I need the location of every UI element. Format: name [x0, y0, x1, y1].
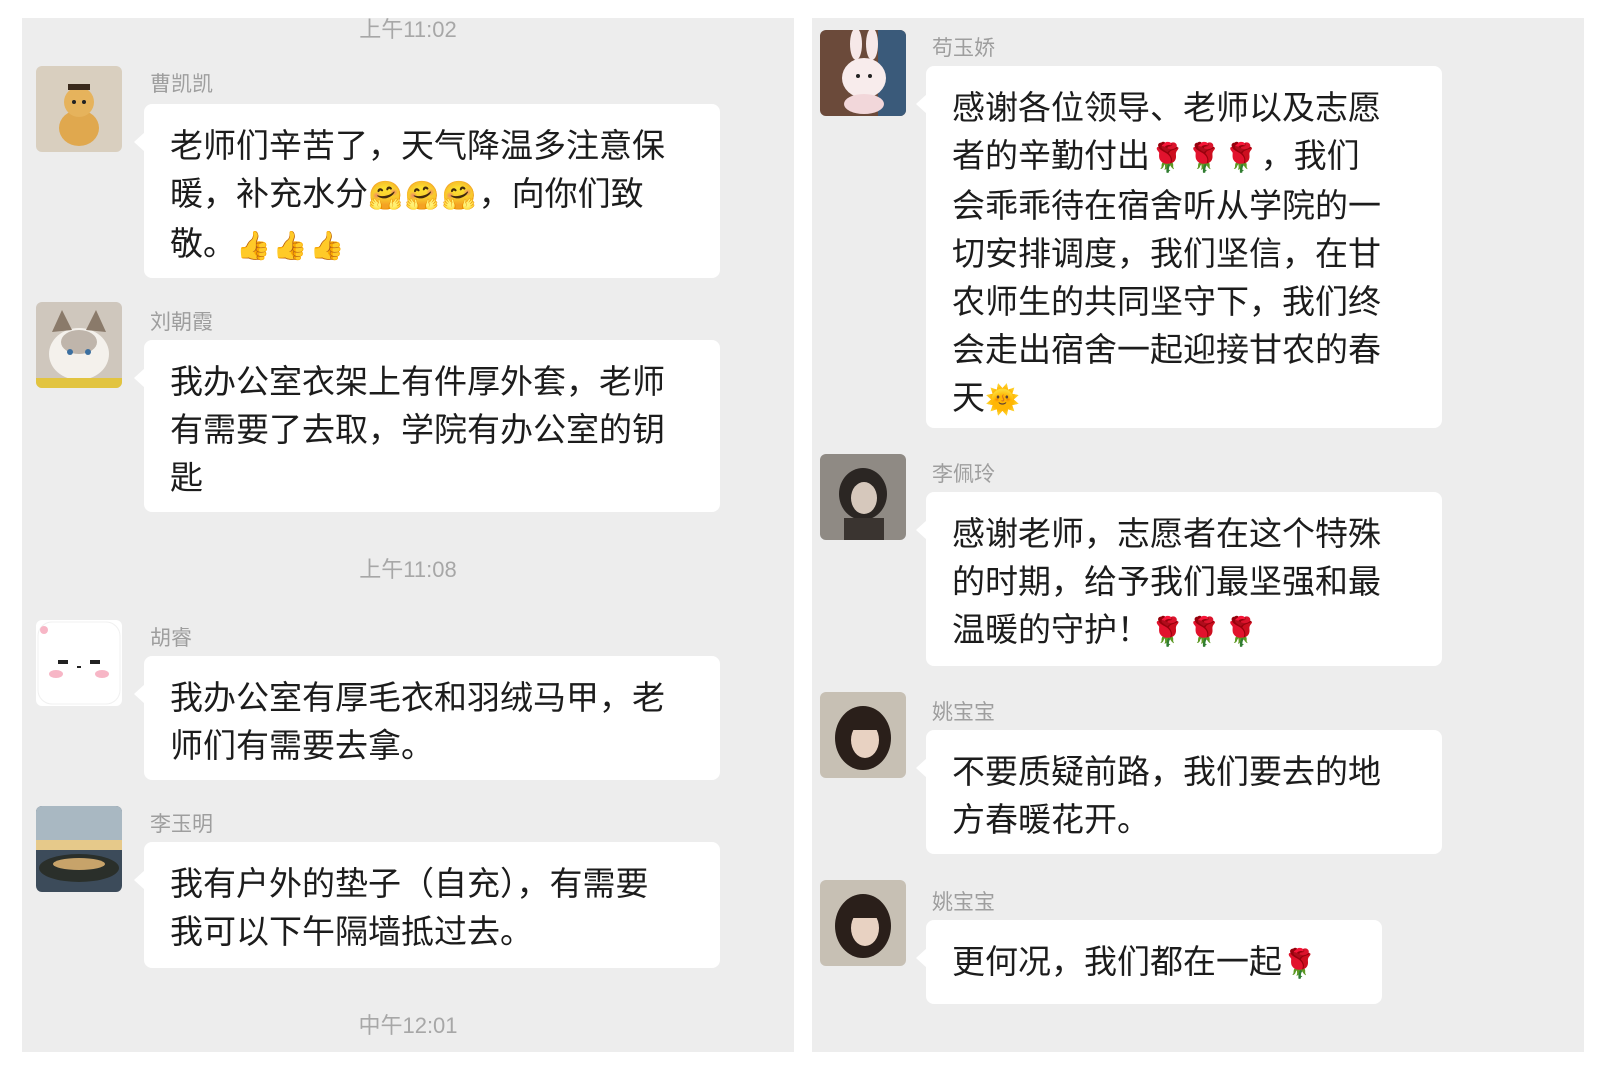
message-bubble[interactable]: 感谢老师，志愿者在这个特殊 的时期，给予我们最坚强和最 温暖的守护！🌹🌹🌹: [916, 492, 1442, 666]
message-bubble[interactable]: 更何况，我们都在一起🌹: [916, 920, 1382, 1004]
message-text: 我可以下午隔墙抵过去。: [170, 912, 533, 951]
message-bubble[interactable]: 我办公室衣架上有件厚外套，老师 有需要了去取，学院有办公室的钥 匙: [134, 340, 720, 512]
bunny-avatar-icon: [820, 30, 906, 116]
timestamp: 中午12:01: [358, 1013, 458, 1038]
avatar[interactable]: [36, 66, 122, 152]
timestamp: 上午11:02: [359, 18, 457, 42]
message-text: 的时期，给予我们最坚强和最: [952, 562, 1381, 601]
message-text: 切安排调度，我们坚信，在甘: [952, 234, 1381, 273]
message-text: 感谢老师，志愿者在这个特殊: [952, 514, 1381, 553]
message-text: 我办公室有厚毛衣和羽绒马甲，老: [170, 678, 665, 717]
sender-name: 姚宝宝: [932, 700, 995, 724]
chat-panel-left[interactable]: 上午11:02 曹凯凯 老师们辛苦了，天气降温多注意保 暖，补充水分🤗🤗🤗，向你…: [22, 18, 794, 1052]
message-text: 温暖的守护！🌹🌹🌹: [952, 610, 1261, 649]
girl-avatar-icon: [820, 880, 906, 966]
message-text: 者的辛勤付出🌹🌹🌹，我们: [952, 136, 1360, 175]
landscape-avatar-icon: [36, 806, 122, 892]
message-bubble[interactable]: 不要质疑前路，我们要去的地 方春暖花开。: [916, 730, 1442, 854]
message-text: 暖，补充水分🤗🤗🤗，向你们致: [170, 174, 644, 213]
rose-emoji-icon: 🌹: [1282, 947, 1319, 980]
message-text: 会乖乖待在宿舍听从学院的一: [952, 186, 1381, 225]
message-text: 天🌞: [952, 378, 1022, 417]
message-text: 老师们辛苦了，天气降温多注意保: [170, 126, 665, 165]
rose-emoji-icon: 🌹🌹🌹: [1150, 141, 1261, 174]
message-bubble[interactable]: 我办公室有厚毛衣和羽绒马甲，老 师们有需要去拿。: [134, 656, 720, 780]
avatar[interactable]: [36, 806, 122, 892]
sender-name: 李玉明: [150, 812, 213, 836]
sender-name: 胡睿: [150, 626, 192, 650]
cute-face-avatar-icon: [36, 620, 122, 706]
message-text: 不要质疑前路，我们要去的地: [952, 752, 1381, 791]
dog-avatar-icon: [36, 66, 122, 152]
chat-panel-right[interactable]: 苟玉娇 感谢各位领导、老师以及志愿 者的辛勤付出🌹🌹🌹，我们 会乖乖待在宿舍听从…: [812, 18, 1584, 1052]
message-text: 农师生的共同坚守下，我们终: [952, 282, 1381, 321]
thumbs-up-emoji-icon: 👍👍👍: [236, 229, 347, 262]
portrait-avatar-icon: [820, 454, 906, 540]
message-text: 有需要了去取，学院有办公室的钥: [170, 410, 665, 449]
message-text: 感谢各位领导、老师以及志愿: [952, 88, 1381, 127]
avatar[interactable]: [820, 30, 906, 116]
sender-name: 刘朝霞: [150, 310, 213, 334]
message-bubble[interactable]: 感谢各位领导、老师以及志愿 者的辛勤付出🌹🌹🌹，我们 会乖乖待在宿舍听从学院的一…: [916, 66, 1442, 428]
avatar[interactable]: [36, 620, 122, 706]
message-text: 更何况，我们都在一起🌹: [952, 942, 1319, 981]
sender-name: 曹凯凯: [150, 72, 213, 96]
message-text: 匙: [170, 458, 203, 497]
cat-avatar-icon: [36, 302, 122, 388]
sender-name: 姚宝宝: [932, 890, 995, 914]
avatar[interactable]: [36, 302, 122, 388]
rose-emoji-icon: 🌹🌹🌹: [1150, 615, 1261, 648]
hug-emoji-icon: 🤗🤗🤗: [368, 179, 479, 212]
message-text: 敬。👍👍👍: [170, 224, 347, 263]
avatar[interactable]: [820, 454, 906, 540]
sun-emoji-icon: 🌞: [985, 383, 1022, 416]
sender-name: 李佩玲: [932, 462, 995, 486]
message-text: 我有户外的垫子（自充），有需要: [170, 864, 649, 903]
girl-avatar-icon: [820, 692, 906, 778]
avatar[interactable]: [820, 880, 906, 966]
message-bubble[interactable]: 我有户外的垫子（自充），有需要 我可以下午隔墙抵过去。: [134, 842, 720, 968]
sender-name: 苟玉娇: [932, 36, 995, 60]
message-text: 师们有需要去拿。: [170, 726, 434, 765]
avatar[interactable]: [820, 692, 906, 778]
message-text: 我办公室衣架上有件厚外套，老师: [170, 362, 665, 401]
message-text: 会走出宿舍一起迎接甘农的春: [952, 330, 1381, 369]
message-text: 方春暖花开。: [952, 800, 1150, 839]
message-bubble[interactable]: 老师们辛苦了，天气降温多注意保 暖，补充水分🤗🤗🤗，向你们致 敬。👍👍👍: [134, 104, 720, 278]
timestamp: 上午11:08: [359, 557, 457, 582]
